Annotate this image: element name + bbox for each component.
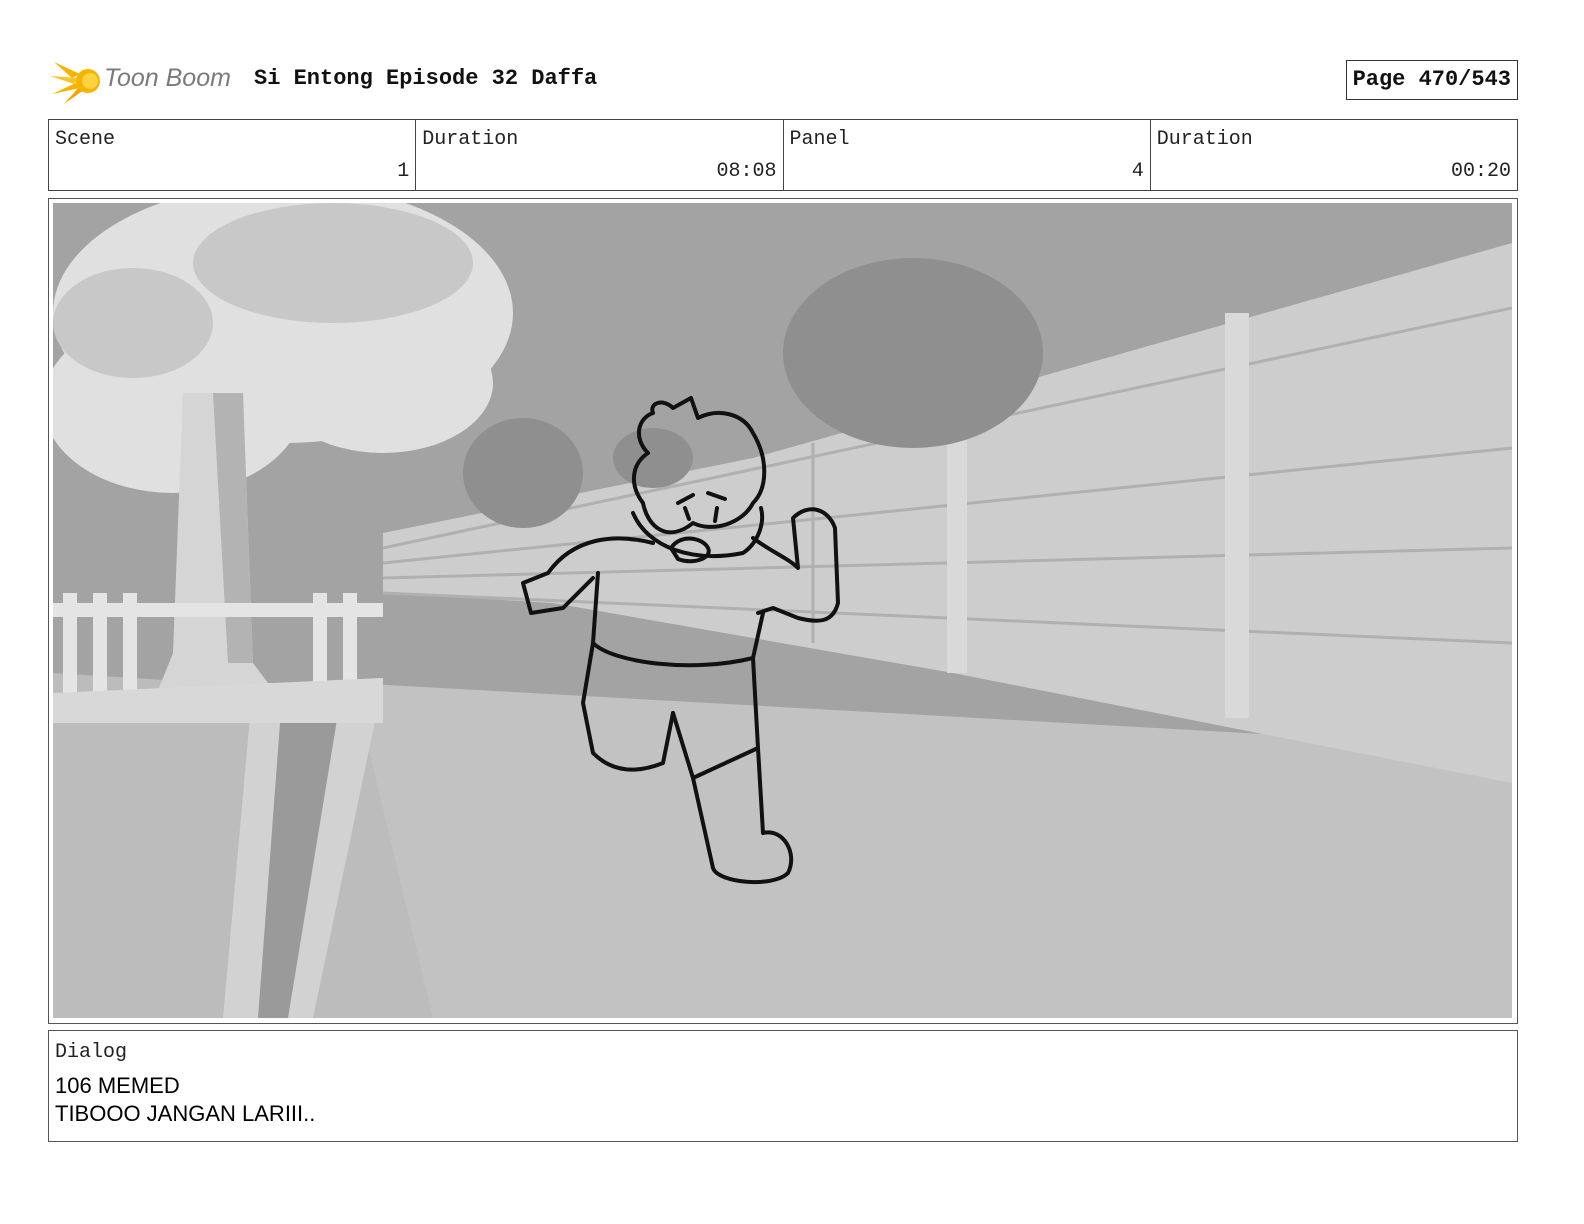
document-title: Si Entong Episode 32 Daffa	[254, 66, 598, 91]
logo-text: Toon Boom	[104, 64, 231, 92]
scene-cell: Scene 1	[49, 120, 417, 190]
panel-duration-cell: Duration 00:20	[1151, 120, 1517, 190]
panel-drawing	[53, 203, 1512, 1018]
panel-duration-value: 00:20	[1450, 160, 1511, 183]
header: Toon Boom Si Entong Episode 32 Daffa Pag…	[50, 56, 1520, 106]
sunburst-icon	[50, 62, 100, 104]
info-table: Scene 1 Duration 08:08 Panel 4 Duration …	[48, 119, 1518, 191]
page-indicator: Page 470/543	[1345, 60, 1518, 100]
scene-value: 1	[397, 160, 410, 183]
dialog-speaker: 106 MEMED	[55, 1073, 180, 1098]
toon-boom-logo: Toon Boom	[50, 56, 240, 106]
scene-duration-cell: Duration 08:08	[416, 120, 784, 190]
panel-value: 4	[1131, 160, 1144, 183]
panel-label: Panel	[789, 128, 850, 151]
storyboard-panel	[48, 198, 1518, 1024]
dialog-label: Dialog	[55, 1041, 128, 1064]
dialog-text: TIBOOO JANGAN LARIII..	[55, 1101, 316, 1126]
dialog-box: Dialog 106 MEMED TIBOOO JANGAN LARIII..	[48, 1030, 1518, 1142]
scene-duration-label: Duration	[422, 128, 519, 151]
panel-cell: Panel 4	[784, 120, 1151, 190]
panel-duration-label: Duration	[1156, 128, 1253, 151]
scene-label: Scene	[55, 128, 116, 151]
scene-duration-value: 08:08	[716, 160, 777, 183]
